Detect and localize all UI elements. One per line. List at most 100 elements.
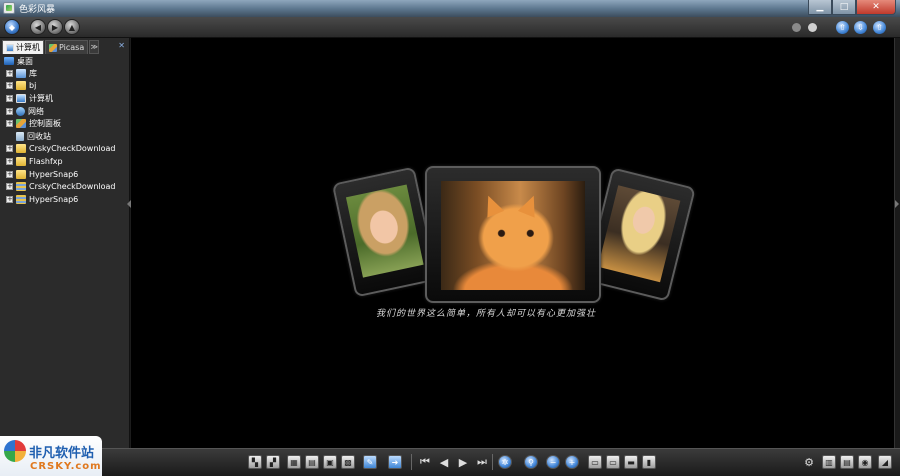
status-dot-icon bbox=[792, 23, 801, 32]
folder-tree: 桌面 + 库 + bj + 计算机 + 网络 + 控制面板 回收站 + Crsk… bbox=[0, 55, 128, 206]
close-button[interactable]: ✕ bbox=[856, 0, 896, 15]
fit-screen-button[interactable]: ▣ bbox=[323, 455, 337, 469]
zoom-in-button[interactable]: + bbox=[565, 455, 579, 469]
desktop-icon bbox=[4, 57, 14, 65]
tree-item-recycle-bin[interactable]: 回收站 bbox=[0, 130, 128, 143]
flip-button[interactable]: ▬ bbox=[624, 455, 638, 469]
expand-icon[interactable]: + bbox=[6, 195, 13, 203]
tree-item-hypersnap6-archive[interactable]: + HyperSnap6 bbox=[0, 193, 128, 206]
photo-viewer: 我们的世界这么简单，所有人却可以有心更加强壮 bbox=[131, 38, 894, 448]
expand-icon[interactable]: + bbox=[6, 82, 13, 90]
tree-item-crskycheckdownload-archive[interactable]: + CrskyCheckDownload bbox=[0, 180, 128, 193]
forward-button[interactable]: ▶ bbox=[47, 19, 63, 35]
tree-item-label: 回收站 bbox=[27, 131, 51, 141]
expand-icon[interactable]: + bbox=[6, 170, 13, 178]
zoom-out-button[interactable]: − bbox=[546, 455, 560, 469]
home-button[interactable]: ◆ bbox=[4, 19, 20, 35]
up-button[interactable]: ▲ bbox=[64, 19, 80, 35]
tree-item-computer[interactable]: + 计算机 bbox=[0, 92, 128, 105]
tree-item-network[interactable]: + 网络 bbox=[0, 105, 128, 118]
status-dot-icon bbox=[808, 23, 817, 32]
fullscreen-icon: ▩ bbox=[344, 457, 352, 467]
magnifier-icon: ⚲ bbox=[528, 457, 534, 467]
tree-item-hypersnap6[interactable]: + HyperSnap6 bbox=[0, 168, 128, 181]
expand-placeholder bbox=[6, 133, 13, 140]
thumbnails-small-button[interactable]: ▚ bbox=[248, 455, 262, 469]
info-button[interactable]: ▮ bbox=[642, 455, 656, 469]
layout-2-button[interactable]: ▤ bbox=[840, 455, 854, 469]
next-image-button[interactable]: ▶ bbox=[456, 455, 470, 469]
window-title: 色彩风暴 bbox=[19, 5, 56, 15]
move-down-button[interactable]: ⇩ bbox=[854, 21, 867, 34]
tree-item-label: 控制面板 bbox=[29, 119, 61, 129]
expand-icon[interactable]: + bbox=[6, 145, 13, 153]
minimize-button[interactable]: ▁ bbox=[808, 0, 832, 15]
watermark-subtitle: CRSKY.com bbox=[30, 461, 102, 472]
view-grid-icon: ▦ bbox=[290, 457, 298, 467]
view-mode-2-button[interactable]: ▤ bbox=[305, 455, 319, 469]
control-panel-icon bbox=[16, 119, 26, 129]
tab-computer[interactable]: 计算机 bbox=[2, 40, 44, 54]
tree-item-library[interactable]: + 库 bbox=[0, 67, 128, 80]
view-mode-1-button[interactable]: ▦ bbox=[287, 455, 301, 469]
photo-frame-left[interactable] bbox=[331, 166, 439, 298]
tree-item-desktop[interactable]: 桌面 bbox=[0, 55, 128, 67]
right-edge-strip bbox=[894, 38, 900, 448]
rotate-left-button[interactable]: ▭ bbox=[588, 455, 602, 469]
fullscreen-button[interactable]: ▩ bbox=[341, 455, 355, 469]
tree-item-label: HyperSnap6 bbox=[29, 194, 79, 204]
app-icon bbox=[3, 2, 15, 14]
folder-panel: 计算机 Picasa ≫ ✕ 桌面 + 库 + bj + 计算机 + 网络 + … bbox=[0, 38, 130, 448]
tree-item-label: 网络 bbox=[28, 106, 44, 116]
rotate-right-button[interactable]: ▭ bbox=[606, 455, 620, 469]
expand-icon[interactable]: + bbox=[6, 120, 13, 128]
resize-button[interactable]: ◢ bbox=[878, 455, 892, 469]
previous-image-button[interactable]: ◀ bbox=[437, 455, 451, 469]
collapse-right-icon[interactable] bbox=[895, 200, 899, 208]
picasa-icon bbox=[49, 43, 57, 52]
layout-icon: ▤ bbox=[843, 457, 851, 467]
folder-icon bbox=[16, 144, 26, 154]
preview-button[interactable]: ◉ bbox=[858, 455, 872, 469]
tree-item-label: Flashfxp bbox=[29, 156, 63, 166]
computer-icon bbox=[16, 93, 26, 103]
move-top-button[interactable]: ⇧ bbox=[873, 21, 886, 34]
tree-item-control-panel[interactable]: + 控制面板 bbox=[0, 117, 128, 130]
toolbar-separator bbox=[492, 454, 493, 470]
panel-close-button[interactable]: ✕ bbox=[118, 41, 125, 50]
more-tabs-button[interactable]: ≫ bbox=[89, 40, 100, 54]
layout-1-button[interactable]: ▥ bbox=[822, 455, 836, 469]
last-image-button[interactable]: ⏭ bbox=[475, 455, 489, 469]
tree-item-label: 计算机 bbox=[29, 93, 53, 103]
next-folder-button[interactable]: ➜ bbox=[388, 455, 402, 469]
maximize-button[interactable]: □ bbox=[832, 0, 856, 15]
archive-icon bbox=[16, 182, 26, 192]
expand-icon[interactable]: + bbox=[6, 157, 13, 165]
edit-button[interactable]: ✎ bbox=[363, 455, 377, 469]
move-up-button[interactable]: ⇧ bbox=[836, 21, 849, 34]
settings-button[interactable]: ✲ bbox=[498, 455, 512, 469]
tree-item-bj[interactable]: + bj bbox=[0, 80, 128, 93]
expand-icon[interactable]: + bbox=[6, 94, 13, 102]
photo-frame-center[interactable] bbox=[425, 166, 601, 303]
tree-item-crskycheckdownload[interactable]: + CrskyCheckDownload bbox=[0, 143, 128, 156]
back-button[interactable]: ◀ bbox=[30, 19, 46, 35]
tab-picasa[interactable]: Picasa bbox=[45, 40, 89, 54]
computer-icon bbox=[6, 43, 14, 52]
rotate-left-icon: ▭ bbox=[591, 457, 599, 467]
archive-icon bbox=[16, 194, 26, 204]
rotate-right-icon: ▭ bbox=[609, 457, 617, 467]
expand-icon[interactable]: + bbox=[6, 107, 13, 115]
first-image-button[interactable]: ⏮ bbox=[418, 455, 432, 469]
pencil-icon: ✎ bbox=[366, 457, 374, 467]
thumbnails-large-button[interactable]: ▞ bbox=[266, 455, 280, 469]
recycle-bin-icon bbox=[16, 131, 24, 141]
tree-item-flashfxp[interactable]: + Flashfxp bbox=[0, 155, 128, 168]
options-button[interactable]: ⚙ bbox=[802, 455, 816, 469]
zoom-button[interactable]: ⚲ bbox=[524, 455, 538, 469]
expand-icon[interactable]: + bbox=[6, 69, 13, 77]
expand-icon[interactable]: + bbox=[6, 183, 13, 191]
folder-icon bbox=[16, 81, 26, 91]
info-icon: ▮ bbox=[646, 457, 652, 467]
tree-item-label: CrskyCheckDownload bbox=[29, 182, 116, 192]
